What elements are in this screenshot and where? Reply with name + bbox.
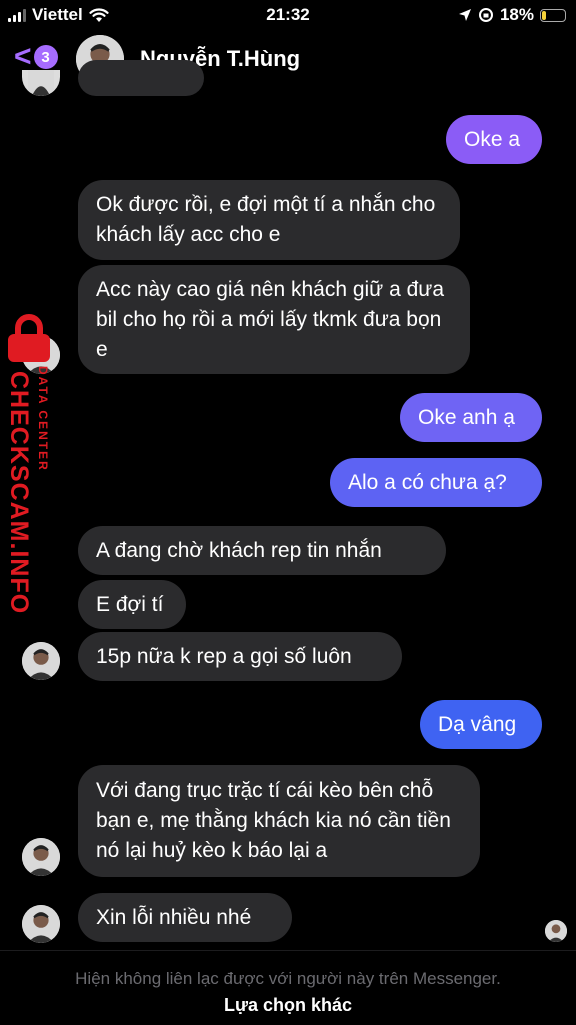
partial-message-bubble	[78, 60, 204, 96]
message-bubble-incoming[interactable]: 15p nữa k rep a gọi số luôn	[78, 632, 402, 681]
message-bubble-incoming[interactable]: Ok được rồi, e đợi một tí a nhắn cho khá…	[78, 180, 460, 260]
battery-percent: 18%	[499, 5, 534, 24]
message-text: Acc này cao giá nên khách giữ a đưa bil …	[96, 278, 444, 361]
message-bubble-incoming[interactable]: Acc này cao giá nên khách giữ a đưa bil …	[78, 265, 470, 374]
watermark-main-text: CHECKSCAM.INFO	[5, 371, 33, 615]
sender-avatar[interactable]	[22, 642, 60, 680]
location-arrow-icon	[458, 9, 471, 21]
message-bubble-outgoing[interactable]: Oke a	[446, 115, 542, 164]
watermark-sub-text: DATA CENTER	[36, 366, 50, 472]
partial-avatar	[22, 70, 60, 96]
message-bubble-outgoing[interactable]: Alo a có chưa ạ?	[330, 458, 542, 507]
message-text: Dạ vâng	[438, 713, 517, 736]
message-bubble-incoming[interactable]: Xin lỗi nhiều nhé	[78, 893, 292, 942]
sender-avatar[interactable]	[22, 838, 60, 876]
other-options-button[interactable]: Lựa chọn khác	[0, 995, 576, 1016]
unavailable-notice: Hiện không liên lạc được với người này t…	[75, 969, 501, 988]
checkscam-watermark: CHECKSCAM.INFO DATA CENTER	[0, 306, 60, 614]
composer-disabled-footer: Hiện không liên lạc được với người này t…	[0, 950, 576, 1025]
read-receipt-avatar	[545, 920, 567, 942]
message-text: 15p nữa k rep a gọi số luôn	[96, 645, 352, 668]
back-button[interactable]: < 3	[14, 42, 58, 72]
padlock-icon	[8, 314, 50, 362]
message-bubble-outgoing[interactable]: Dạ vâng	[420, 700, 542, 749]
unread-count-badge: 3	[33, 45, 58, 69]
battery-icon: ⚡	[540, 8, 566, 22]
status-right: 18% ⚡	[458, 5, 566, 25]
message-bubble-outgoing[interactable]: Oke anh ạ	[400, 393, 542, 442]
sender-avatar[interactable]	[22, 905, 60, 943]
message-text: Với đang trục trặc tí cái kèo bên chỗ bạ…	[96, 779, 451, 862]
message-bubble-incoming[interactable]: Với đang trục trặc tí cái kèo bên chỗ bạ…	[78, 765, 480, 877]
status-bar: Viettel 21:32 18% ⚡	[0, 0, 576, 30]
message-bubble-incoming[interactable]: A đang chờ khách rep tin nhắn	[78, 526, 446, 575]
orientation-lock-icon	[478, 8, 493, 22]
message-text: Oke a	[464, 128, 521, 151]
message-text: E đợi tí	[96, 593, 164, 616]
message-text: Alo a có chưa ạ?	[348, 471, 507, 494]
message-text: Oke anh ạ	[418, 406, 515, 429]
message-text: Ok được rồi, e đợi một tí a nhắn cho khá…	[96, 193, 436, 246]
message-text: A đang chờ khách rep tin nhắn	[96, 539, 382, 562]
message-text: Xin lỗi nhiều nhé	[96, 906, 252, 929]
chevron-left-icon: <	[14, 40, 32, 73]
message-bubble-incoming[interactable]: E đợi tí	[78, 580, 186, 629]
